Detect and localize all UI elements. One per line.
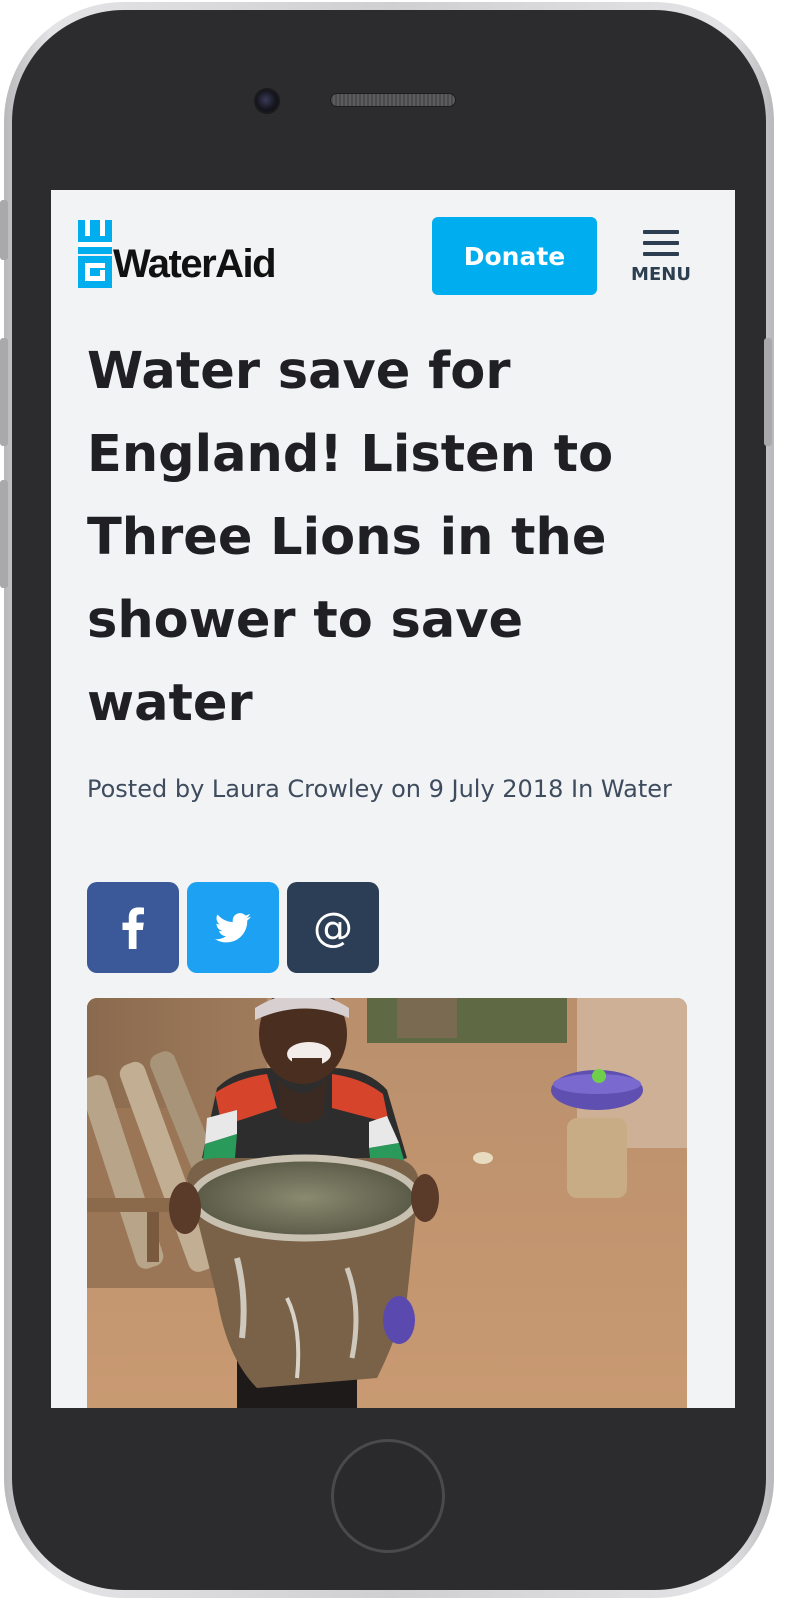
screen: WaterAid Donate MENU Water save for Engl… [51, 190, 735, 1408]
menu-button[interactable]: MENU [629, 222, 701, 292]
earpiece-speaker [330, 93, 456, 107]
share-email-button[interactable]: @ [287, 882, 379, 973]
share-facebook-button[interactable] [87, 882, 179, 973]
donate-button[interactable]: Donate [432, 217, 597, 295]
wateraid-logo-mark [78, 220, 112, 288]
front-camera [254, 88, 280, 114]
facebook-icon [122, 906, 144, 949]
home-button[interactable] [331, 1439, 445, 1553]
logo-wordmark: WaterAid [113, 242, 277, 286]
volume-up-button [0, 338, 8, 446]
wateraid-logo[interactable]: WaterAid [78, 220, 303, 290]
menu-label: MENU [631, 264, 691, 285]
article-title: Water save for England! Listen to Three … [87, 342, 614, 733]
hero-image [87, 998, 687, 1408]
volume-down-button [0, 480, 8, 588]
hamburger-icon [643, 230, 679, 256]
woman-with-bucket-photo [87, 998, 687, 1408]
site-header: WaterAid Donate MENU [51, 190, 735, 330]
power-button [764, 338, 772, 446]
article-meta: Posted by Laura Crowley on 9 July 2018 I… [87, 775, 672, 803]
share-twitter-button[interactable] [187, 882, 279, 973]
silent-switch [0, 200, 8, 260]
at-sign-icon: @ [313, 904, 353, 951]
twitter-icon [215, 912, 251, 942]
